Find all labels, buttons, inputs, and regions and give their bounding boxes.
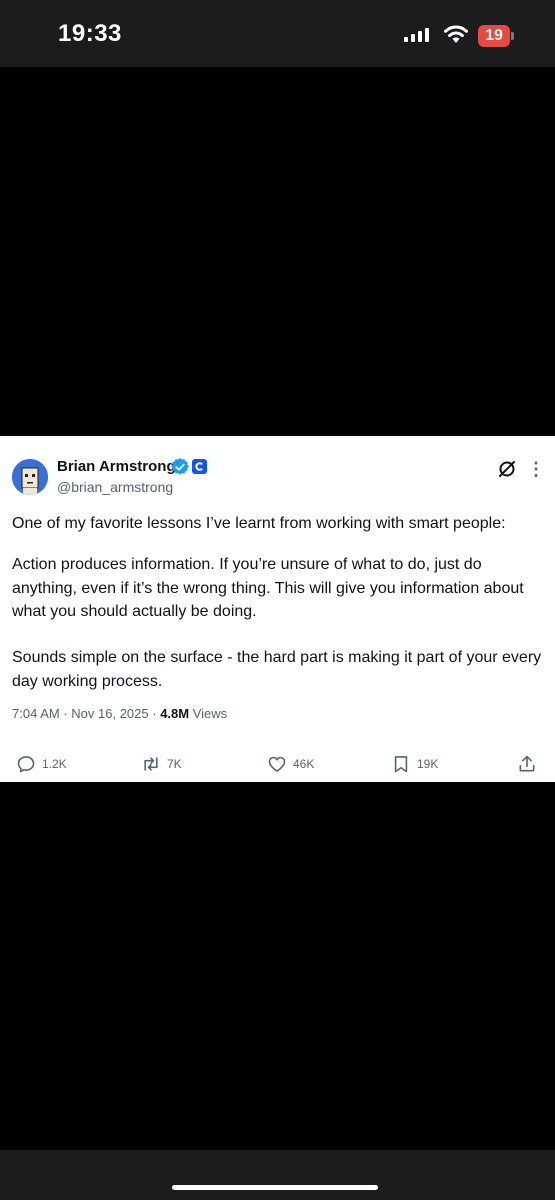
reply-icon [17, 756, 35, 773]
status-bar: 19:33 19 [0, 0, 555, 67]
status-time: 19:33 [58, 20, 122, 47]
bookmark-button[interactable]: 19K [391, 753, 438, 775]
heart-icon [268, 756, 286, 772]
avatar[interactable] [12, 459, 48, 495]
repost-count: 7K [167, 757, 182, 771]
tweet-meta: 7:04 AM · Nov 16, 2025 · 4.8M Views [12, 706, 228, 721]
home-indicator[interactable] [172, 1185, 378, 1190]
avatar-image [12, 459, 48, 495]
views-count: 4.8M [160, 706, 190, 721]
battery-indicator: 19 [478, 25, 516, 47]
repost-icon [144, 757, 158, 771]
cellular-signal-icon [404, 28, 429, 42]
tweet-time[interactable]: 7:04 AM [12, 706, 60, 721]
share-button[interactable] [517, 753, 537, 775]
tweet-text-paragraph-3: Sounds simple on the surface - the hard … [12, 649, 542, 690]
bookmark-count: 19K [417, 757, 439, 771]
reply-button[interactable]: 1.2K [16, 753, 67, 775]
battery-level: 19 [478, 25, 510, 47]
tweet-text-paragraph-2: Action produces information. If you’re u… [12, 556, 524, 620]
like-count: 46K [293, 757, 315, 771]
views-label: Views [192, 706, 228, 721]
coinbase-affiliate-icon[interactable] [192, 459, 207, 474]
verified-badge-icon [171, 458, 189, 475]
author-name[interactable]: Brian Armstrong [57, 458, 176, 475]
like-button[interactable]: 46K [267, 753, 314, 775]
reply-count: 1.2K [42, 757, 67, 771]
repost-button[interactable]: 7K [141, 753, 182, 775]
home-bar [0, 1150, 555, 1200]
author-handle[interactable]: @brian_armstrong [57, 479, 173, 495]
bookmark-icon [394, 756, 408, 773]
share-icon [519, 755, 535, 772]
tweet-date[interactable]: Nov 16, 2025 [71, 706, 148, 721]
more-options-icon[interactable]: ⋮ [527, 459, 545, 479]
grok-icon[interactable] [497, 459, 517, 479]
wifi-icon [444, 25, 468, 43]
tweet-text-paragraph-1: One of my favorite lessons I’ve learnt f… [12, 515, 506, 532]
